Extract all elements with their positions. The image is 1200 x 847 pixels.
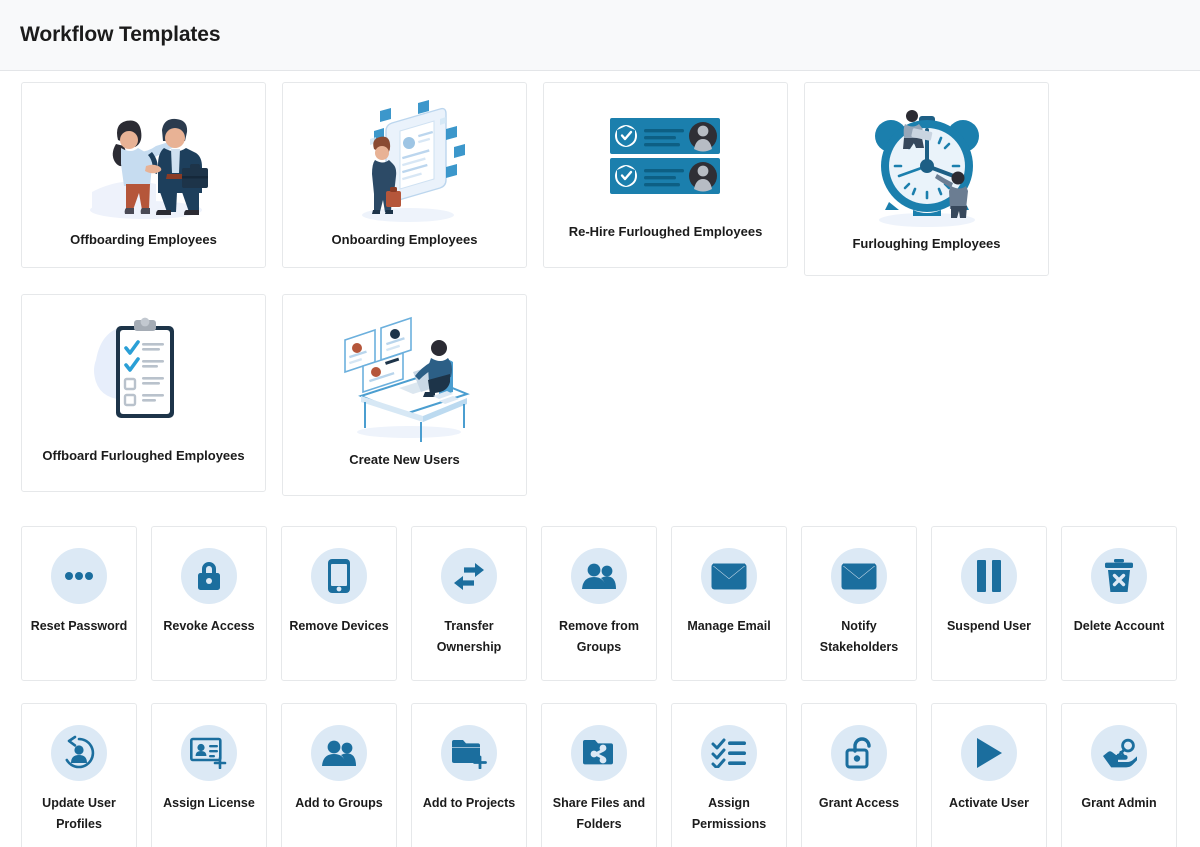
checklist-icon (701, 725, 757, 781)
furlough-clock-illustration (805, 83, 1048, 236)
template-card-label: Furloughing Employees (852, 236, 1001, 252)
people-group-icon (311, 725, 367, 781)
transfer-arrows-icon (441, 548, 497, 604)
envelope-icon (701, 548, 757, 604)
action-tile-remove-devices[interactable]: Remove Devices (281, 526, 397, 681)
action-tile-label: Revoke Access (163, 619, 255, 633)
folder-plus-icon (441, 725, 497, 781)
action-tile-row-1: Reset Password Revoke Access Remove Devi… (21, 526, 1179, 681)
action-tile-label: Add to Groups (295, 796, 383, 810)
action-tile-label: Delete Account (1073, 619, 1165, 633)
template-row-2: Offboard Furloughed Employees Create New… (21, 294, 1179, 496)
action-tile-delete-account[interactable]: Delete Account (1061, 526, 1177, 681)
action-tile-label: Remove from Groups (559, 619, 639, 654)
action-tile-label: Add to Projects (422, 796, 516, 810)
trash-x-icon (1091, 548, 1147, 604)
action-tile-manage-email[interactable]: Manage Email (671, 526, 787, 681)
template-card-label: Offboard Furloughed Employees (42, 448, 245, 464)
action-tile-label: Suspend User (946, 619, 1032, 633)
action-tile-label: Remove Devices (289, 619, 389, 633)
dots-icon (51, 548, 107, 604)
envelope-icon (831, 548, 887, 604)
action-tile-grant-admin[interactable]: Grant Admin (1061, 703, 1177, 847)
action-tile-reset-password[interactable]: Reset Password (21, 526, 137, 681)
template-card-offboarding-employees[interactable]: Offboarding Employees (21, 82, 266, 268)
id-card-plus-icon (181, 725, 237, 781)
page-content: Offboarding Employees Onboarding Employe… (0, 71, 1200, 847)
action-tile-activate-user[interactable]: Activate User (931, 703, 1047, 847)
page-title: Workflow Templates (20, 23, 221, 46)
play-icon (961, 725, 1017, 781)
action-tile-label: Update User Profiles (42, 796, 116, 831)
action-tile-label: Notify Stakeholders (819, 619, 899, 654)
people-group-icon (571, 548, 627, 604)
action-tile-grant-access[interactable]: Grant Access (801, 703, 917, 847)
pause-icon (961, 548, 1017, 604)
template-card-furloughing-employees[interactable]: Furloughing Employees (804, 82, 1049, 276)
template-card-re-hire-furloughed-employees[interactable]: Re-Hire Furloughed Employees (543, 82, 788, 268)
hand-key-icon (1091, 725, 1147, 781)
template-row-1: Offboarding Employees Onboarding Employe… (21, 82, 1179, 276)
action-tile-label: Manage Email (687, 619, 771, 633)
action-tile-label: Assign Permissions (691, 796, 767, 831)
offboarding-illustration (22, 83, 265, 232)
action-tile-add-to-projects[interactable]: Add to Projects (411, 703, 527, 847)
action-tile-label: Transfer Ownership (436, 619, 502, 654)
action-tile-label: Activate User (949, 796, 1029, 810)
template-card-label: Re-Hire Furloughed Employees (568, 224, 763, 240)
action-tile-suspend-user[interactable]: Suspend User (931, 526, 1047, 681)
template-card-create-new-users[interactable]: Create New Users (282, 294, 527, 496)
template-card-onboarding-employees[interactable]: Onboarding Employees (282, 82, 527, 268)
action-tile-update-user-profiles[interactable]: Update User Profiles (21, 703, 137, 847)
template-card-offboard-furloughed-employees[interactable]: Offboard Furloughed Employees (21, 294, 266, 492)
create-users-desk-illustration (283, 295, 526, 452)
action-tile-label: Reset Password (30, 619, 128, 633)
user-refresh-icon (51, 725, 107, 781)
lock-open-icon (831, 725, 887, 781)
rehire-illustration (544, 83, 787, 224)
mobile-phone-icon (311, 548, 367, 604)
template-card-label: Offboarding Employees (70, 232, 217, 248)
action-tile-add-to-groups[interactable]: Add to Groups (281, 703, 397, 847)
action-tile-share-files-and-folders[interactable]: Share Files and Folders (541, 703, 657, 847)
action-tile-row-2: Update User Profiles Assign License Add … (21, 703, 1179, 847)
action-tile-label: Share Files and Folders (552, 796, 646, 831)
onboarding-illustration (283, 83, 526, 232)
action-tile-assign-license[interactable]: Assign License (151, 703, 267, 847)
action-tile-label: Grant Admin (1081, 796, 1157, 810)
workflow-templates-page: Workflow Templates Offboarding Employees… (0, 0, 1200, 847)
clipboard-checklist-illustration (22, 295, 265, 448)
folder-share-icon (571, 725, 627, 781)
action-tile-assign-permissions[interactable]: Assign Permissions (671, 703, 787, 847)
lock-closed-icon (181, 548, 237, 604)
template-card-label: Onboarding Employees (331, 232, 478, 248)
action-tile-label: Grant Access (818, 796, 900, 810)
action-tile-transfer-ownership[interactable]: Transfer Ownership (411, 526, 527, 681)
action-tile-label: Assign License (163, 796, 255, 810)
page-header: Workflow Templates (0, 0, 1200, 71)
action-tile-notify-stakeholders[interactable]: Notify Stakeholders (801, 526, 917, 681)
template-card-label: Create New Users (349, 452, 460, 468)
action-tile-remove-from-groups[interactable]: Remove from Groups (541, 526, 657, 681)
action-tile-revoke-access[interactable]: Revoke Access (151, 526, 267, 681)
